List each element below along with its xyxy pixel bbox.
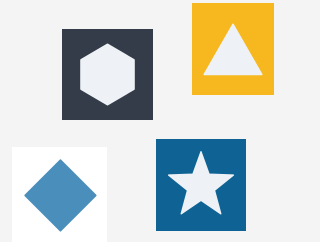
diamond-icon <box>24 159 97 232</box>
hexagon-shape <box>80 43 135 106</box>
hexagon-icon <box>80 43 135 106</box>
hexagon-tile[interactable] <box>62 29 153 120</box>
star-shape <box>167 151 235 215</box>
triangle-shape <box>203 23 263 76</box>
shape-board <box>0 0 274 242</box>
triangle-tile[interactable] <box>192 3 274 95</box>
diamond-shape <box>24 159 97 232</box>
diamond-tile[interactable] <box>12 147 107 242</box>
star-icon <box>167 151 235 215</box>
triangle-icon <box>203 23 263 76</box>
star-tile[interactable] <box>156 139 246 231</box>
